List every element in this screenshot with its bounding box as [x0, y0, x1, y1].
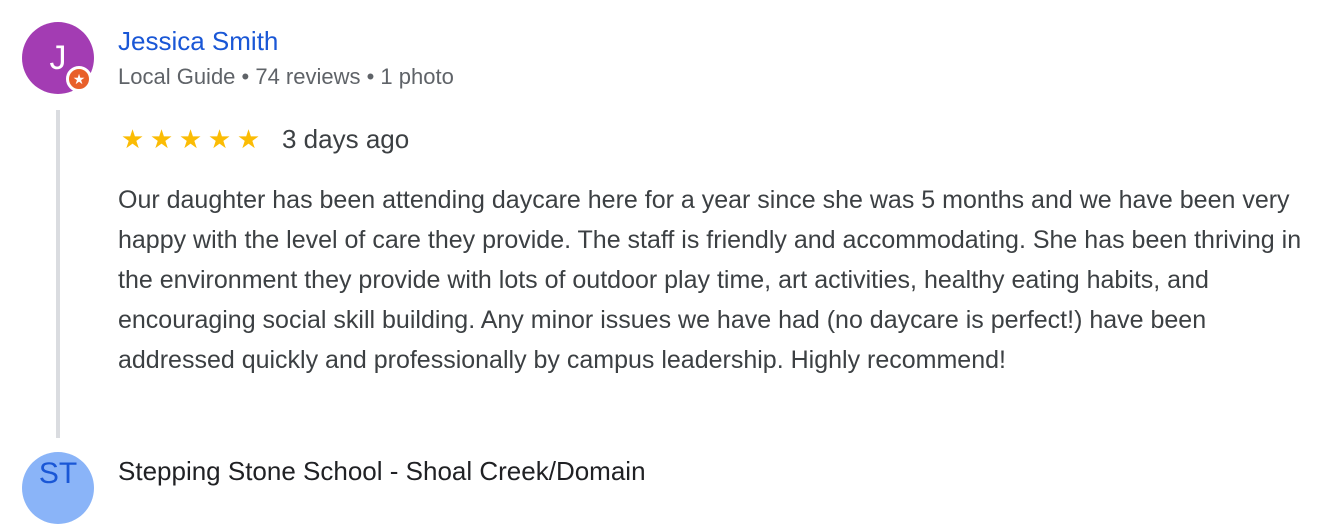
reviewer-meta: Local Guide • 74 reviews • 1 photo [118, 64, 454, 89]
reviewer-name-link[interactable]: Jessica Smith [118, 26, 278, 57]
star-icon: ★ [149, 124, 174, 154]
local-guide-star-icon: ★ [66, 66, 92, 92]
business-avatar-initials: ST [38, 457, 78, 490]
star-icon: ★ [178, 124, 203, 154]
star-icon: ★ [236, 124, 261, 154]
avatar-initial: J [49, 39, 67, 77]
review-card: J ★ Jessica Smith Local Guide • 74 revie… [0, 0, 1334, 524]
review-body: Our daughter has been attending daycare … [118, 186, 1302, 374]
star-icon: ★ [207, 124, 232, 154]
star-icon: ★ [120, 124, 145, 154]
thread-divider [56, 110, 60, 438]
star-rating: ★ ★ ★ ★ ★ [118, 124, 263, 154]
review-date: 3 days ago [282, 124, 410, 154]
business-avatar[interactable]: ST [22, 452, 94, 524]
